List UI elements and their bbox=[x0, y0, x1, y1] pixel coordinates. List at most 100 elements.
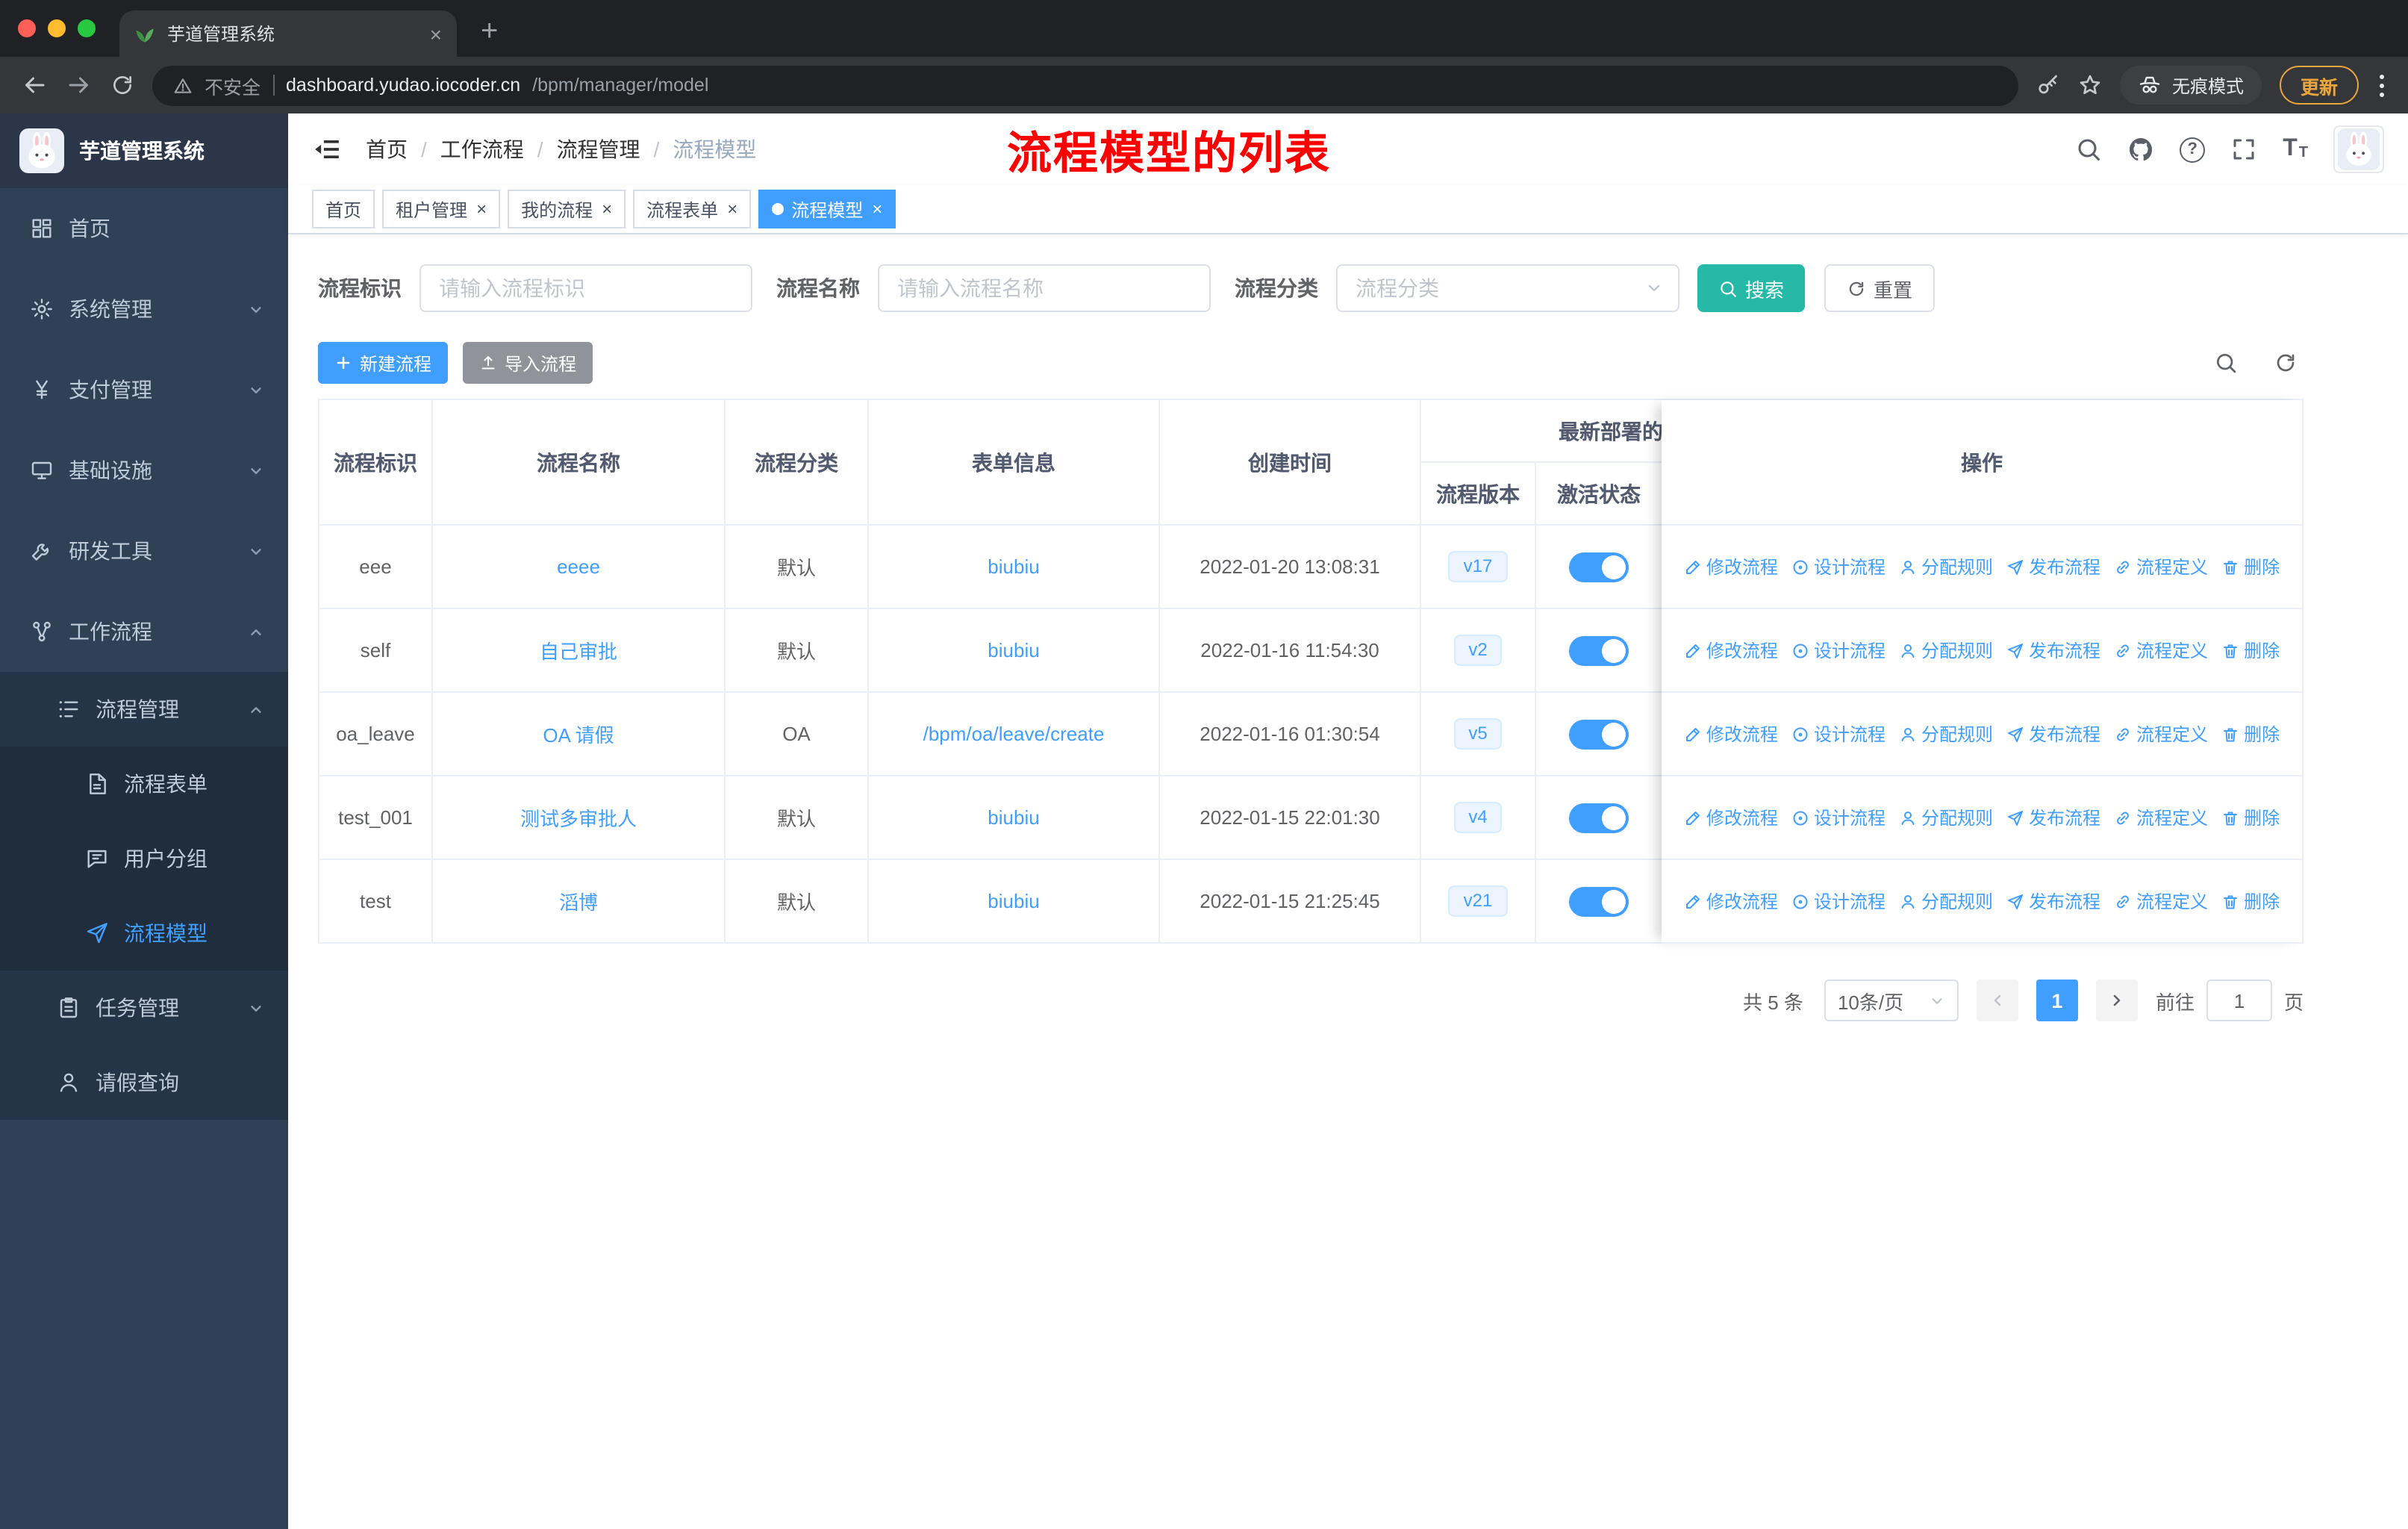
assign-rules-link[interactable]: 分配规则 bbox=[1899, 721, 1993, 747]
model-name-link[interactable]: 测试多审批人 bbox=[520, 803, 637, 832]
bookmark-star-icon[interactable] bbox=[2078, 73, 2102, 97]
flow-definition-link[interactable]: 流程定义 bbox=[2114, 805, 2208, 830]
browser-tab[interactable]: 芋道管理系统 × bbox=[119, 10, 457, 57]
design-flow-link[interactable]: 设计流程 bbox=[1791, 554, 1885, 579]
filter-id-input[interactable] bbox=[419, 264, 752, 312]
publish-flow-link[interactable]: 发布流程 bbox=[2006, 888, 2100, 914]
tag-process-form[interactable]: 流程表单 × bbox=[633, 190, 752, 228]
header-search-icon[interactable] bbox=[2075, 136, 2102, 163]
flow-definition-link[interactable]: 流程定义 bbox=[2114, 638, 2208, 663]
sidebar-item-process-form[interactable]: 流程表单 bbox=[0, 747, 288, 821]
window-minimize-button[interactable] bbox=[48, 19, 66, 37]
sidebar-item-user-group[interactable]: 用户分组 bbox=[0, 821, 288, 896]
delete-flow-link[interactable]: 删除 bbox=[2221, 554, 2280, 579]
active-toggle[interactable] bbox=[1569, 552, 1629, 582]
assign-rules-link[interactable]: 分配规则 bbox=[1899, 638, 1993, 663]
publish-flow-link[interactable]: 发布流程 bbox=[2006, 805, 2100, 830]
sidebar-item-payment-management[interactable]: 支付管理 bbox=[0, 349, 288, 430]
tag-close-icon[interactable]: × bbox=[727, 200, 737, 218]
tab-close-icon[interactable]: × bbox=[430, 23, 442, 44]
page-1-button[interactable]: 1 bbox=[2036, 980, 2078, 1021]
sidebar-item-workflow[interactable]: 工作流程 bbox=[0, 591, 288, 672]
delete-flow-link[interactable]: 删除 bbox=[2221, 805, 2280, 830]
tag-close-icon[interactable]: × bbox=[476, 200, 487, 218]
font-size-icon[interactable]: TT bbox=[2283, 137, 2308, 161]
next-page-button[interactable] bbox=[2095, 980, 2138, 1021]
reset-button[interactable]: 重置 bbox=[1824, 264, 1936, 312]
design-flow-link[interactable]: 设计流程 bbox=[1791, 638, 1885, 663]
password-key-icon[interactable] bbox=[2036, 73, 2060, 97]
design-flow-link[interactable]: 设计流程 bbox=[1791, 805, 1885, 830]
modify-flow-link[interactable]: 修改流程 bbox=[1684, 805, 1778, 830]
assign-rules-link[interactable]: 分配规则 bbox=[1899, 888, 1993, 914]
page-size-select[interactable]: 10条/页 bbox=[1824, 980, 1959, 1021]
design-flow-link[interactable]: 设计流程 bbox=[1791, 888, 1885, 914]
form-info-link[interactable]: biubiu bbox=[988, 890, 1039, 912]
fullscreen-icon[interactable] bbox=[2230, 136, 2257, 163]
flow-definition-link[interactable]: 流程定义 bbox=[2114, 888, 2208, 914]
breadcrumb-item[interactable]: 流程管理 bbox=[557, 134, 640, 164]
form-info-link[interactable]: biubiu bbox=[988, 639, 1039, 661]
form-info-link[interactable]: biubiu bbox=[988, 555, 1039, 578]
sidebar-item-task-management[interactable]: 任务管理 bbox=[0, 971, 288, 1045]
tag-my-process[interactable]: 我的流程 × bbox=[508, 190, 626, 228]
publish-flow-link[interactable]: 发布流程 bbox=[2006, 721, 2100, 747]
prev-page-button[interactable] bbox=[1976, 980, 2018, 1021]
window-close-button[interactable] bbox=[18, 19, 36, 37]
create-flow-button[interactable]: 新建流程 bbox=[318, 342, 449, 384]
publish-flow-link[interactable]: 发布流程 bbox=[2006, 638, 2100, 663]
github-icon[interactable] bbox=[2127, 136, 2154, 163]
back-icon[interactable] bbox=[21, 72, 48, 99]
modify-flow-link[interactable]: 修改流程 bbox=[1684, 721, 1778, 747]
filter-name-input[interactable] bbox=[878, 264, 1211, 312]
reload-icon[interactable] bbox=[110, 73, 134, 97]
model-name-link[interactable]: eeee bbox=[557, 555, 600, 578]
active-toggle[interactable] bbox=[1569, 635, 1629, 665]
sidebar-item-system-management[interactable]: 系统管理 bbox=[0, 269, 288, 349]
form-info-link[interactable]: biubiu bbox=[988, 806, 1039, 829]
model-name-link[interactable]: 自己审批 bbox=[540, 636, 617, 664]
tag-close-icon[interactable]: × bbox=[602, 200, 612, 218]
tag-home[interactable]: 首页 bbox=[312, 190, 375, 228]
assign-rules-link[interactable]: 分配规则 bbox=[1899, 805, 1993, 830]
security-label[interactable]: 不安全 bbox=[205, 71, 261, 99]
browser-menu-icon[interactable] bbox=[2377, 71, 2387, 99]
model-name-link[interactable]: OA 请假 bbox=[543, 720, 614, 748]
assign-rules-link[interactable]: 分配规则 bbox=[1899, 554, 1993, 579]
form-info-link[interactable]: /bpm/oa/leave/create bbox=[923, 723, 1105, 745]
goto-page-input[interactable] bbox=[2206, 980, 2272, 1021]
help-icon[interactable]: ? bbox=[2180, 137, 2206, 162]
delete-flow-link[interactable]: 删除 bbox=[2221, 721, 2280, 747]
modify-flow-link[interactable]: 修改流程 bbox=[1684, 638, 1778, 663]
sidebar-logo[interactable]: 芋道管理系统 bbox=[0, 113, 288, 188]
tag-process-model[interactable]: 流程模型 × bbox=[758, 190, 896, 228]
modify-flow-link[interactable]: 修改流程 bbox=[1684, 888, 1778, 914]
sidebar-item-leave-query[interactable]: 请假查询 bbox=[0, 1045, 288, 1120]
user-avatar[interactable] bbox=[2333, 125, 2384, 173]
breadcrumb-item[interactable]: 工作流程 bbox=[440, 134, 524, 164]
design-flow-link[interactable]: 设计流程 bbox=[1791, 721, 1885, 747]
forward-icon[interactable] bbox=[66, 72, 93, 99]
active-toggle[interactable] bbox=[1569, 719, 1629, 749]
search-button[interactable]: 搜索 bbox=[1697, 264, 1806, 312]
model-name-link[interactable]: 滔博 bbox=[559, 887, 598, 915]
filter-category-select[interactable]: 流程分类 bbox=[1336, 264, 1679, 312]
tag-close-icon[interactable]: × bbox=[872, 200, 882, 218]
sidebar-item-process-management[interactable]: 流程管理 bbox=[0, 672, 288, 747]
url-bar[interactable]: 不安全 dashboard.yudao.iocoder.cn /bpm/mana… bbox=[152, 65, 2018, 105]
sidebar-collapse-icon[interactable] bbox=[312, 134, 342, 164]
active-toggle[interactable] bbox=[1569, 803, 1629, 832]
delete-flow-link[interactable]: 删除 bbox=[2221, 638, 2280, 663]
refresh-table-button[interactable] bbox=[2268, 345, 2303, 381]
publish-flow-link[interactable]: 发布流程 bbox=[2006, 554, 2100, 579]
toggle-search-button[interactable] bbox=[2208, 345, 2244, 381]
sidebar-item-devtools[interactable]: 研发工具 bbox=[0, 511, 288, 591]
delete-flow-link[interactable]: 删除 bbox=[2221, 888, 2280, 914]
sidebar-item-home[interactable]: 首页 bbox=[0, 188, 288, 269]
sidebar-item-process-model[interactable]: 流程模型 bbox=[0, 896, 288, 971]
modify-flow-link[interactable]: 修改流程 bbox=[1684, 554, 1778, 579]
import-flow-button[interactable]: 导入流程 bbox=[463, 342, 593, 384]
tag-tenant[interactable]: 租户管理 × bbox=[382, 190, 501, 228]
window-zoom-button[interactable] bbox=[78, 19, 96, 37]
sidebar-item-infrastructure[interactable]: 基础设施 bbox=[0, 430, 288, 511]
